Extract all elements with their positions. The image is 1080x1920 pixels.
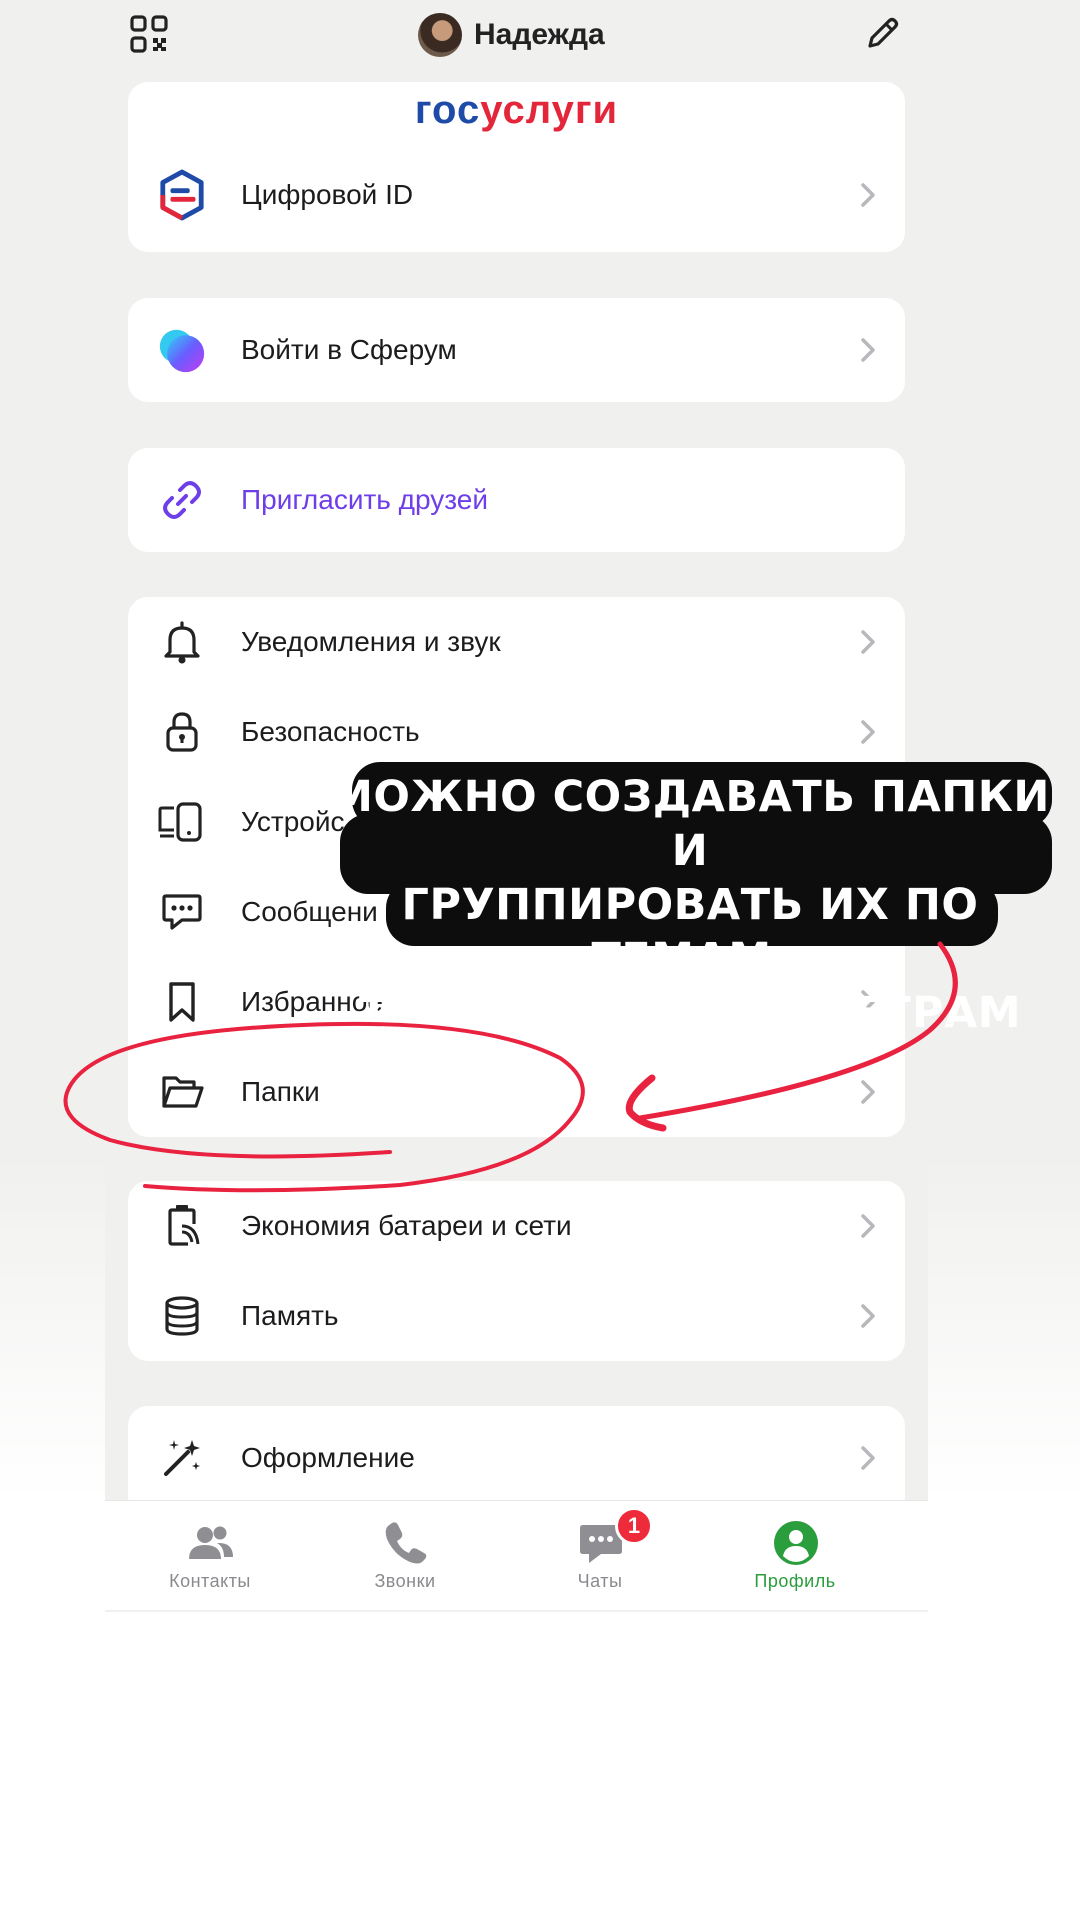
system-card: Экономия батареи и сети Память [128, 1181, 905, 1361]
folder-icon [158, 1068, 206, 1116]
annotation-line: ТАК ЖЕ, КАК В ТЕЛЕГРАМ [358, 988, 1022, 1038]
tab-label: Чаты [577, 1571, 623, 1591]
phone-icon [385, 1522, 427, 1564]
pencil-icon[interactable] [862, 14, 902, 54]
invite-friends-item[interactable]: Пригласить друзей [128, 455, 905, 545]
invite-friends-label: Пригласить друзей [241, 484, 489, 515]
chevron-right-icon [861, 1214, 875, 1238]
chevron-right-icon [861, 338, 875, 362]
gosuslugi-logo: госуслуги [128, 88, 905, 133]
settings-item-appearance[interactable]: Оформление [128, 1413, 905, 1503]
settings-item-label: Оформление [241, 1442, 415, 1473]
tab-label: Контакты [169, 1571, 251, 1591]
sferum-label: Войти в Сферум [241, 334, 457, 365]
link-icon [158, 476, 206, 524]
contacts-icon [189, 1526, 233, 1559]
tab-chats[interactable]: 1 Чаты [505, 1501, 695, 1611]
bookmark-icon [158, 978, 206, 1026]
digital-id-label: Цифровой ID [241, 179, 414, 210]
settings-item-label: Устройс [241, 806, 345, 837]
settings-item-storage[interactable]: Память [128, 1271, 905, 1361]
tab-contacts[interactable]: Контакты [115, 1501, 305, 1611]
tab-label: Звонки [374, 1571, 436, 1591]
annotation-line: МОЖНО СОЗДАВАТЬ ПАПКИ И [330, 772, 1050, 876]
database-icon [158, 1292, 206, 1340]
settings-item-label: Экономия батареи и сети [241, 1210, 572, 1241]
tab-profile[interactable]: Профиль [700, 1501, 890, 1611]
chevron-right-icon [861, 1080, 875, 1104]
settings-item-folders[interactable]: Папки [128, 1047, 905, 1137]
chevron-right-icon [861, 1446, 875, 1470]
chevron-right-icon [861, 720, 875, 744]
sferum-card: Войти в Сферум [128, 298, 905, 402]
bottom-navigation: Контакты Звонки 1 Чаты Профиль [105, 1500, 928, 1610]
settings-item-label: Безопасность [241, 716, 420, 747]
invite-card: Пригласить друзей [128, 448, 905, 552]
gosuslugi-card: госуслуги Цифровой ID [128, 82, 905, 252]
top-bar: Надежда [0, 0, 1080, 80]
tab-label: Профиль [754, 1571, 836, 1591]
bell-icon [158, 618, 206, 666]
avatar[interactable] [418, 13, 462, 57]
battery-saver-icon [158, 1202, 206, 1250]
annotation-line: ГРУППИРОВАТЬ ИХ ПО ТЕМАМ, [401, 880, 979, 984]
message-icon [158, 888, 206, 936]
chevron-right-icon [861, 183, 875, 207]
chevron-right-icon [861, 630, 875, 654]
annotation-caption: МОЖНО СОЗДАВАТЬ ПАПКИ И ГРУППИРОВАТЬ ИХ … [330, 770, 1050, 1040]
sferum-logo-icon [158, 326, 206, 374]
settings-item-label: Уведомления и звук [241, 626, 501, 657]
profile-header[interactable]: Надежда [418, 12, 605, 58]
unread-badge: 1 [615, 1507, 653, 1545]
devices-icon [158, 798, 206, 846]
digital-id-item[interactable]: Цифровой ID [128, 150, 905, 240]
gosuslugi-logo-part2: услуги [480, 88, 619, 132]
page-title: Надежда [474, 18, 605, 51]
settings-item-label: Папки [241, 1076, 320, 1107]
lock-icon [158, 708, 206, 756]
gosuslugi-logo-part1: гос [414, 88, 481, 132]
settings-item-label: Память [241, 1300, 339, 1331]
digital-id-icon [158, 169, 206, 221]
settings-item-battery[interactable]: Экономия батареи и сети [128, 1181, 905, 1271]
settings-item-notifications[interactable]: Уведомления и звук [128, 597, 905, 687]
tab-calls[interactable]: Звонки [310, 1501, 500, 1611]
qr-code-icon[interactable] [129, 14, 169, 54]
magic-wand-icon [158, 1434, 206, 1482]
sferum-item[interactable]: Войти в Сферум [128, 305, 905, 395]
profile-icon [774, 1521, 818, 1565]
chevron-right-icon [861, 1304, 875, 1328]
